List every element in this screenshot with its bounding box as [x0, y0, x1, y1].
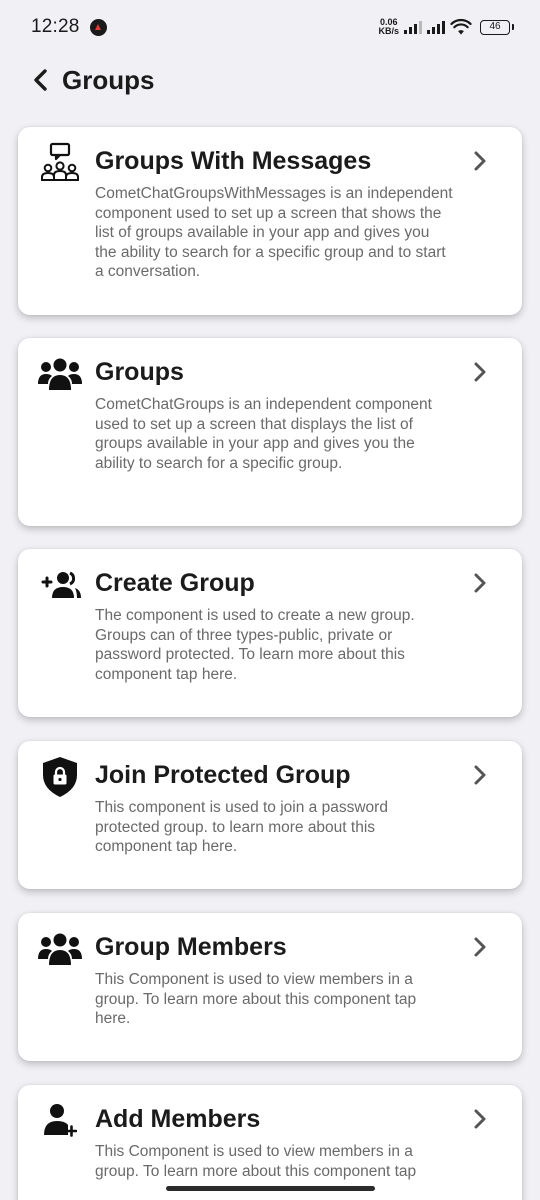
- status-time: 12:28: [31, 16, 80, 37]
- chevron-right-icon: [468, 935, 492, 959]
- card-groups-with-messages[interactable]: Groups With Messages CometChatGroupsWith…: [18, 127, 522, 315]
- shield-lock-icon: [38, 755, 82, 799]
- wifi-icon: [450, 18, 472, 35]
- card-description: This Component is used to view members i…: [95, 1143, 417, 1180]
- chevron-right-icon: [468, 149, 492, 173]
- add-member-icon: [38, 1099, 82, 1143]
- signal-2-icon: [427, 20, 445, 34]
- card-description: CometChatGroupsWithMessages is an indepe…: [95, 185, 453, 281]
- header: Groups: [0, 54, 540, 106]
- card-title: Groups With Messages: [95, 147, 372, 175]
- home-indicator[interactable]: [166, 1186, 375, 1191]
- back-button[interactable]: [24, 63, 58, 97]
- card-add-members[interactable]: Add Members This Component is used to vi…: [18, 1085, 522, 1200]
- page-title: Groups: [62, 65, 155, 95]
- chevron-right-icon: [468, 1107, 492, 1131]
- card-description: CometChatGroups is an independent compon…: [95, 396, 432, 472]
- status-bar: 12:28 0.06 KB/s 46: [0, 0, 540, 54]
- card-create-group[interactable]: Create Group The component is used to cr…: [18, 549, 522, 717]
- signal-1-icon: [404, 20, 422, 34]
- card-title: Add Members: [95, 1105, 261, 1133]
- card-description: The component is used to create a new gr…: [95, 607, 415, 683]
- chevron-right-icon: [468, 763, 492, 787]
- groups-with-messages-icon: [38, 141, 82, 185]
- chevron-left-icon: [34, 69, 47, 91]
- card-description: This component is used to join a passwor…: [95, 799, 388, 856]
- network-speed: 0.06 KB/s: [378, 18, 399, 36]
- network-speed-unit: KB/s: [378, 26, 399, 36]
- status-icons: 0.06 KB/s 46: [378, 18, 514, 36]
- groups-icon: [38, 352, 82, 396]
- card-title: Group Members: [95, 933, 287, 961]
- chevron-right-icon: [468, 360, 492, 384]
- card-groups[interactable]: Groups CometChatGroups is an independent…: [18, 338, 522, 526]
- group-members-icon: [38, 927, 82, 971]
- card-group-members[interactable]: Group Members This Component is used to …: [18, 913, 522, 1061]
- create-group-icon: [38, 563, 82, 607]
- card-title: Create Group: [95, 569, 255, 597]
- card-title: Groups: [95, 358, 184, 386]
- card-title: Join Protected Group: [95, 761, 351, 789]
- card-join-protected-group[interactable]: Join Protected Group This component is u…: [18, 741, 522, 889]
- card-description: This Component is used to view members i…: [95, 971, 417, 1028]
- chevron-right-icon: [468, 571, 492, 595]
- notification-icon: [89, 18, 107, 36]
- battery-icon: 46: [480, 19, 514, 35]
